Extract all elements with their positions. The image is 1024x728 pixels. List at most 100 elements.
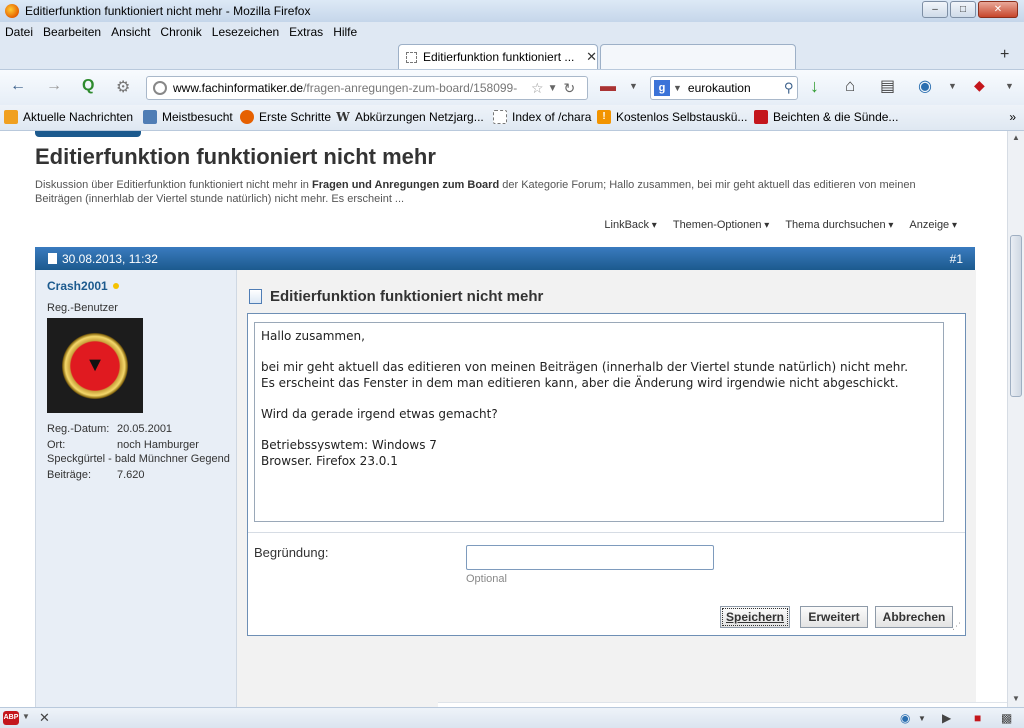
bookmark-abkuerzungen[interactable]: W Abkürzungen Netzjarg...: [336, 110, 484, 124]
bookmark-erste-schritte[interactable]: Erste Schritte: [240, 110, 331, 124]
tab-editierfunktion[interactable]: Editierfunktion funktioniert ... ✕: [398, 44, 598, 69]
new-tab-icon[interactable]: +: [1000, 46, 1009, 64]
dropdown-icon[interactable]: ▼: [22, 712, 30, 721]
bookmarks-overflow-icon[interactable]: »: [1009, 110, 1016, 124]
dropdown-icon[interactable]: ▼: [918, 714, 926, 723]
themen-optionen-menu[interactable]: Themen-Optionen: [673, 219, 769, 231]
home-icon[interactable]: ⌂: [845, 76, 855, 96]
username-link[interactable]: Crash2001: [47, 279, 108, 293]
thema-durchsuchen-menu[interactable]: Thema durchsuchen: [785, 219, 893, 231]
scroll-down-icon[interactable]: ▼: [1012, 694, 1020, 703]
tab-label: Editierfunktion funktioniert ...: [422, 50, 575, 64]
page-title: Editierfunktion funktioniert nicht mehr: [35, 144, 436, 169]
rss-icon: [4, 110, 18, 124]
menu-extras[interactable]: Extras: [284, 25, 328, 39]
forum-link[interactable]: Fragen und Anregungen zum Board: [312, 179, 499, 191]
back-arrow-icon[interactable]: ←: [10, 77, 26, 95]
avatar[interactable]: ▼: [47, 318, 143, 413]
quick-edit-form: Hallo zusammen, bei mir geht aktuell das…: [247, 313, 966, 636]
thread-description: Diskussion über Editierfunktion funktion…: [35, 179, 916, 205]
dropdown-icon[interactable]: ▼: [948, 81, 957, 91]
post-document-icon: [48, 253, 57, 264]
addon-block-icon[interactable]: ■: [974, 711, 981, 725]
search-input[interactable]: eurokaution: [688, 81, 784, 95]
url-text[interactable]: www.fachinformatiker.de/fragen-anregunge…: [173, 81, 525, 95]
post-header: 30.08.2013, 11:32 #1: [35, 247, 975, 270]
search-engine-dropdown-icon[interactable]: ▼: [673, 83, 682, 93]
globe-icon: [153, 81, 167, 95]
post-content: Editierfunktion funktioniert nicht mehr …: [237, 270, 1007, 707]
post-title-document-icon: [249, 289, 262, 304]
search-bar[interactable]: g ▼ eurokaution ⚲: [650, 76, 798, 100]
menu-hilfe[interactable]: Hilfe: [328, 25, 362, 39]
warning-icon: !: [597, 110, 611, 124]
url-bar[interactable]: www.fachinformatiker.de/fragen-anregunge…: [146, 76, 588, 100]
reason-optional-hint: Optional: [466, 573, 507, 585]
scrollbar-thumb[interactable]: [1010, 235, 1022, 397]
maximize-button[interactable]: □: [950, 1, 976, 18]
post-edit-textarea[interactable]: Hallo zusammen, bei mir geht aktuell das…: [254, 322, 944, 522]
bookmarks-toolbar: Aktuelle Nachrichten Meistbesucht Erste …: [0, 105, 1024, 131]
vertical-scrollbar[interactable]: ▲ ▼: [1007, 131, 1024, 707]
bookmark-star-icon[interactable]: ☆: [531, 80, 544, 97]
reload-icon[interactable]: ↻: [563, 80, 575, 97]
reason-label: Begründung:: [254, 545, 329, 560]
linkback-menu[interactable]: LinkBack: [604, 219, 656, 231]
download-block-icon[interactable]: ▬: [600, 78, 616, 96]
download-arrow-icon[interactable]: ↓: [810, 76, 819, 97]
addon-gear-icon[interactable]: ⚙: [116, 77, 130, 97]
lock-icon: [754, 110, 768, 124]
close-icon[interactable]: ✕: [39, 710, 50, 726]
user-info-panel: Crash2001 Reg.-Benutzer ▼ Reg.-Datum: 20.…: [36, 270, 237, 707]
addon-puzzle-icon[interactable]: ▩: [1001, 711, 1012, 725]
divider: [248, 532, 965, 533]
tab-strip: Editierfunktion funktioniert ... ✕ +: [0, 41, 1024, 69]
addon-fritz-icon[interactable]: ◆: [974, 77, 985, 94]
bookmark-beichten[interactable]: Beichten & die Sünde...: [754, 110, 898, 124]
menu-overflow-icon[interactable]: ▼: [1005, 81, 1014, 91]
search-icon[interactable]: ⚲: [784, 80, 794, 96]
anzeige-menu[interactable]: Anzeige: [909, 219, 957, 231]
menu-lesezeichen[interactable]: Lesezeichen: [207, 25, 284, 39]
user-post-count: Beiträge: 7.620: [47, 469, 145, 481]
google-icon[interactable]: g: [654, 80, 670, 96]
dropdown-icon[interactable]: ▼: [629, 81, 638, 91]
menu-bearbeiten[interactable]: Bearbeiten: [38, 25, 106, 39]
page-icon: [406, 51, 417, 63]
window-titlebar: Editierfunktion funktioniert nicht mehr …: [0, 0, 1024, 22]
minimize-button[interactable]: –: [922, 1, 948, 18]
addon-globe-icon[interactable]: ◉: [900, 711, 910, 725]
user-location: Ort: noch Hamburger: [47, 439, 199, 451]
cancel-button[interactable]: Abbrechen: [875, 606, 953, 628]
window-controls: – □ ✕: [922, 1, 1018, 18]
bookmark-meistbesucht[interactable]: Meistbesucht: [143, 110, 233, 124]
menu-ansicht[interactable]: Ansicht: [106, 25, 155, 39]
close-window-button[interactable]: ✕: [978, 1, 1018, 18]
bookmark-kostenlos-selbstauskunft[interactable]: ! Kostenlos Selbstauskü...: [597, 110, 747, 124]
adblock-plus-icon[interactable]: ABP: [3, 711, 19, 725]
addon-q-icon[interactable]: Q: [82, 77, 94, 95]
addon-globe-icon[interactable]: ◉: [918, 76, 932, 96]
addon-face-icon[interactable]: ▤: [880, 76, 895, 96]
url-history-dropdown-icon[interactable]: ▼: [548, 83, 558, 94]
bookmark-aktuelle-nachrichten[interactable]: Aktuelle Nachrichten: [4, 110, 133, 124]
menu-datei[interactable]: Datei: [0, 25, 38, 39]
advanced-button[interactable]: Erweitert: [800, 606, 868, 628]
user-reg-date: Reg.-Datum: 20.05.2001: [47, 423, 173, 435]
scroll-up-icon[interactable]: ▲: [1012, 133, 1020, 142]
post-date: 30.08.2013, 11:32: [62, 251, 158, 266]
forward-arrow-icon[interactable]: →: [46, 77, 62, 95]
reason-input[interactable]: [466, 545, 714, 570]
header-tab-decoration: [35, 131, 141, 137]
menu-chronik[interactable]: Chronik: [155, 25, 206, 39]
tab-empty[interactable]: [600, 44, 796, 69]
save-button[interactable]: Speichern: [720, 606, 790, 628]
user-location-continued: Speckgürtel - bald Münchner Gegend: [47, 453, 230, 465]
addon-flash-icon[interactable]: ▶: [942, 711, 951, 725]
firefox-icon: [240, 110, 254, 124]
bookmark-index-chara[interactable]: Index of /chara: [493, 110, 591, 124]
tab-close-icon[interactable]: ✕: [586, 49, 597, 65]
post-number-link[interactable]: #1: [950, 252, 963, 266]
navigation-toolbar: ← → Q ⚙ www.fachinformatiker.de/fragen-a…: [0, 69, 1024, 105]
resize-handle-icon[interactable]: ⋰: [952, 621, 961, 632]
